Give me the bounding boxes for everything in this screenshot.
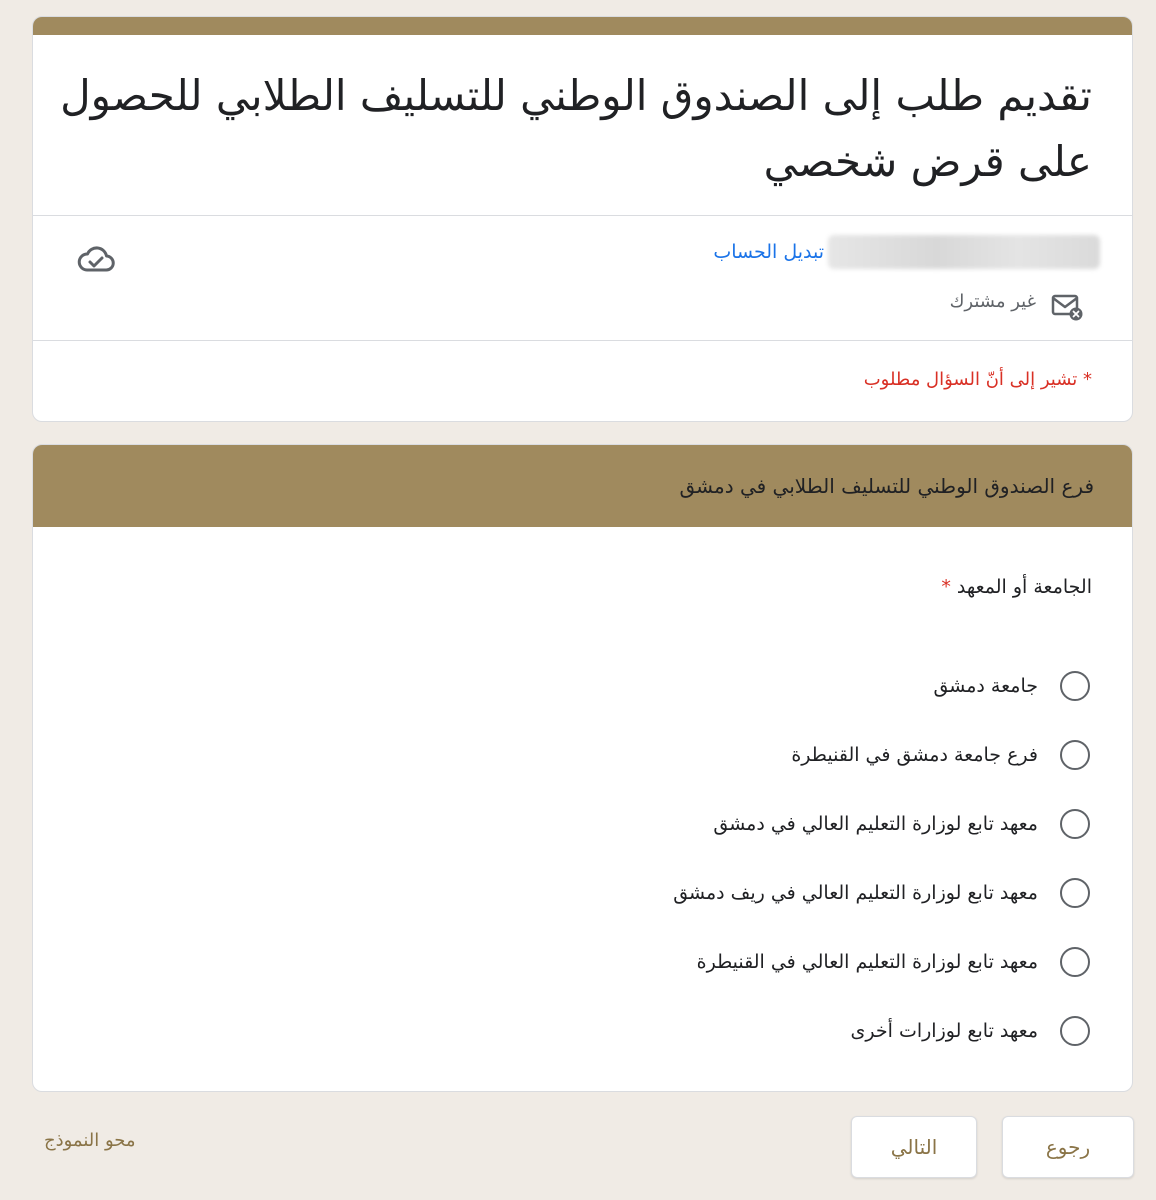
clear-form-link[interactable]: محو النموذج [44, 1130, 136, 1151]
section-title: فرع الصندوق الوطني للتسليف الطلابي في دم… [679, 474, 1094, 498]
back-button[interactable]: رجوع [1002, 1116, 1134, 1178]
radio-button[interactable] [1060, 739, 1090, 770]
question-title: الجامعة أو المعهد* [941, 573, 1092, 601]
mail-not-shared-icon [1051, 294, 1083, 321]
radio-option[interactable]: معهد تابع لوزارة التعليم العالي في ريف د… [90, 858, 1090, 927]
radio-option-label: جامعة دمشق [933, 674, 1038, 697]
divider [33, 340, 1132, 341]
radio-option[interactable]: معهد تابع لوزارات أخرى [90, 996, 1090, 1065]
next-button[interactable]: التالي [851, 1116, 977, 1178]
cloud-check-icon [77, 246, 115, 272]
radio-option-label: معهد تابع لوزارة التعليم العالي في دمشق [713, 812, 1038, 835]
radio-option-label: معهد تابع لوزارة التعليم العالي في ريف د… [673, 881, 1038, 904]
radio-button[interactable] [1060, 946, 1090, 977]
switch-account-link[interactable]: تبديل الحساب [713, 239, 824, 265]
required-asterisk: * [941, 576, 951, 598]
radio-button[interactable] [1060, 1015, 1090, 1046]
radio-option[interactable]: معهد تابع لوزارة التعليم العالي في القني… [90, 927, 1090, 996]
question-section-card: فرع الصندوق الوطني للتسليف الطلابي في دم… [32, 444, 1133, 1092]
divider [33, 215, 1132, 216]
header-accent-bar [33, 17, 1132, 35]
form-title: تقديم طلب إلى الصندوق الوطني للتسليف الط… [60, 71, 1092, 186]
radio-option-label: معهد تابع لوزارة التعليم العالي في القني… [696, 950, 1038, 973]
radio-option-label: معهد تابع لوزارات أخرى [850, 1019, 1038, 1042]
radio-options-group: جامعة دمشق فرع جامعة دمشق في القنيطرة مع… [90, 651, 1090, 1065]
account-email-redacted [828, 235, 1100, 269]
not-shared-label: غير مشترك [949, 291, 1036, 312]
radio-button[interactable] [1060, 808, 1090, 839]
form-header-card: تقديم طلب إلى الصندوق الوطني للتسليف الط… [32, 16, 1133, 422]
section-header: فرع الصندوق الوطني للتسليف الطلابي في دم… [33, 445, 1132, 527]
radio-button[interactable] [1060, 877, 1090, 908]
radio-option[interactable]: فرع جامعة دمشق في القنيطرة [90, 720, 1090, 789]
radio-option[interactable]: جامعة دمشق [90, 651, 1090, 720]
radio-option[interactable]: معهد تابع لوزارة التعليم العالي في دمشق [90, 789, 1090, 858]
radio-button[interactable] [1060, 670, 1090, 701]
radio-option-label: فرع جامعة دمشق في القنيطرة [791, 743, 1038, 766]
question-title-text: الجامعة أو المعهد [956, 576, 1092, 598]
required-note: * تشير إلى أنّ السؤال مطلوب [863, 369, 1092, 390]
